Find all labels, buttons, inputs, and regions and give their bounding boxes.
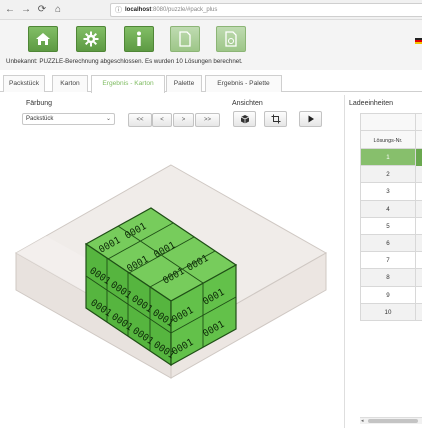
table-cell (415, 200, 422, 218)
table-body: 1 2 3 4 5 6 7 8 9 10 (360, 149, 422, 321)
table-cell (415, 269, 422, 287)
document-icon (179, 31, 191, 47)
export-icon (225, 31, 237, 47)
reload-icon[interactable]: ⟳ (36, 4, 48, 16)
panel-divider (344, 95, 345, 428)
carton-3d-scene: 0001 0001 0001 0001 0001 0001 0001 0001 … (14, 164, 328, 379)
table-row[interactable]: 5 (360, 217, 422, 235)
gear-icon (83, 31, 99, 47)
scroll-thumb[interactable] (368, 419, 418, 423)
settings-button[interactable] (76, 26, 106, 52)
table-cell (415, 183, 422, 201)
table-row[interactable]: 2 (360, 166, 422, 184)
faerbung-value: Packstück (26, 116, 54, 122)
solution-number: 10 (384, 308, 392, 316)
table-header: Lösungs-Nr. (360, 113, 422, 150)
play-icon (308, 115, 314, 123)
last-page-button[interactable]: >> (195, 113, 220, 127)
next-page-button[interactable]: > (173, 113, 194, 127)
tab-palette[interactable]: Palette (166, 75, 202, 92)
solution-number: 3 (386, 188, 390, 196)
table-cell (415, 303, 422, 321)
faerbung-label: Färbung (26, 100, 53, 107)
ladeeinheiten-title: Ladeeinheiten (349, 100, 393, 107)
table-cell (415, 286, 422, 304)
solution-number: 8 (386, 274, 390, 282)
solution-number: 9 (386, 291, 390, 299)
column-loesungs-nr[interactable]: Lösungs-Nr. (361, 132, 415, 150)
table-cell (415, 166, 422, 184)
crop-icon (271, 114, 280, 124)
browser-toolbar: ← → ⟳ ⌂ ⓘ localhost:8080/puzzle/#pack_pl… (0, 0, 422, 20)
table-cell (415, 217, 422, 235)
view-frame-button[interactable] (264, 111, 287, 127)
url-path: :8080/puzzle/#pack_plus (151, 7, 218, 13)
table-row[interactable]: 6 (360, 234, 422, 253)
main-tabs: Packstück Karton Ergebnis - Karton Palet… (0, 75, 422, 93)
back-icon[interactable]: ← (4, 4, 16, 16)
table-header-top (361, 114, 422, 131)
document-button[interactable] (170, 26, 200, 52)
export-button[interactable] (216, 26, 246, 52)
solution-number: 5 (386, 222, 390, 230)
table-cell (415, 252, 422, 270)
first-page-button[interactable]: << (128, 113, 152, 127)
table-cell (415, 149, 422, 166)
home-icon (36, 33, 50, 45)
solution-number: 7 (386, 257, 390, 265)
solution-number: 1 (386, 154, 390, 161)
chevron-down-icon: ⌄ (105, 116, 111, 122)
home-browser-icon[interactable]: ⌂ (52, 4, 64, 16)
table-row[interactable]: 1 (360, 149, 422, 167)
ansichten-label: Ansichten (232, 100, 263, 107)
status-message: Unbekannt: PUZZLE-Berechnung abgeschloss… (6, 58, 243, 65)
3d-viewer[interactable]: 0001 0001 0001 0001 0001 0001 0001 0001 … (6, 133, 339, 423)
solutions-table: Lösungs-Nr. 1 2 3 4 5 6 7 8 9 10 (360, 113, 422, 321)
tab-packstueck[interactable]: Packstück (3, 75, 45, 92)
app-toolbar: Unbekannt: PUZZLE-Berechnung abgeschloss… (0, 20, 422, 70)
table-cell (415, 234, 422, 252)
home-button[interactable] (28, 26, 58, 52)
table-row[interactable]: 3 (360, 183, 422, 201)
solution-number: 6 (386, 239, 390, 247)
table-row[interactable]: 4 (360, 200, 422, 218)
address-bar[interactable]: ⓘ localhost:8080/puzzle/#pack_plus (110, 3, 422, 17)
forward-icon[interactable]: → (20, 4, 32, 16)
url-host: localhost (125, 7, 152, 13)
play-button[interactable] (299, 111, 322, 127)
faerbung-select[interactable]: Packstück ⌄ (22, 113, 115, 125)
tab-ergebnis-karton[interactable]: Ergebnis - Karton (91, 75, 165, 93)
table-row[interactable]: 9 (360, 286, 422, 304)
horizontal-scrollbar[interactable]: ◂ (360, 417, 422, 424)
table-row[interactable]: 7 (360, 252, 422, 270)
solution-number: 2 (386, 171, 390, 179)
language-flag-icon[interactable] (415, 38, 422, 44)
view-3d-button[interactable] (233, 111, 256, 127)
solution-number: 4 (386, 205, 390, 213)
info-icon: ⓘ (115, 7, 122, 14)
tab-ergebnis-palette[interactable]: Ergebnis - Palette (205, 75, 282, 92)
tab-karton[interactable]: Karton (52, 75, 88, 92)
cube-icon (240, 115, 249, 124)
table-row[interactable]: 10 (360, 303, 422, 321)
info-button[interactable] (124, 26, 154, 52)
info-icon (137, 31, 141, 46)
prev-page-button[interactable]: < (152, 113, 172, 127)
scroll-left-icon[interactable]: ◂ (361, 418, 364, 424)
table-row[interactable]: 8 (360, 269, 422, 287)
